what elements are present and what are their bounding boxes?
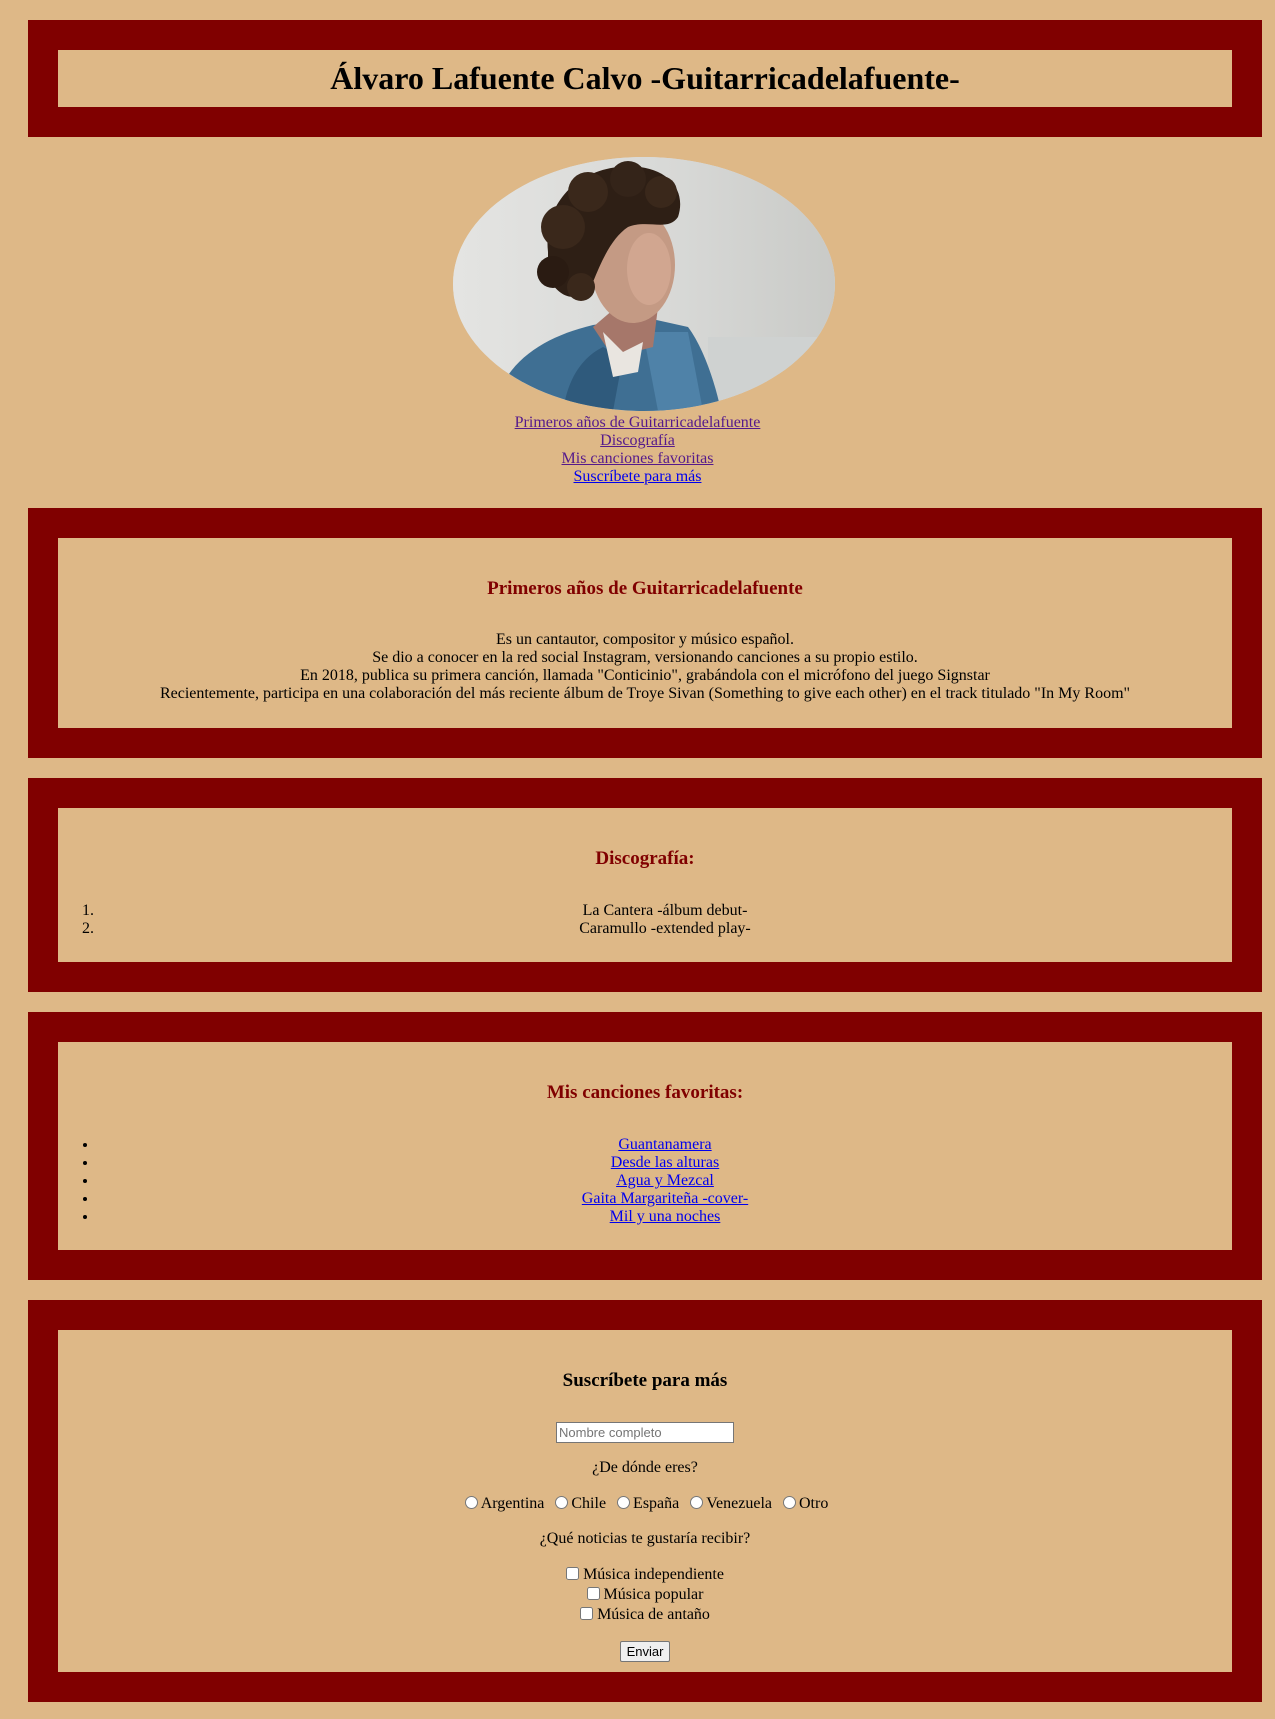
about-section: Primeros años de Guitarricadelafuente Es… [58, 538, 1232, 728]
news-label: Música de antaño [597, 1606, 710, 1623]
discography-item: La Cantera -álbum debut- [98, 902, 1232, 920]
artist-portrait [453, 157, 835, 411]
header-frame: Álvaro Lafuente Calvo -Guitarricadelafue… [28, 20, 1262, 137]
country-label: Chile [571, 1495, 607, 1512]
country-radio[interactable] [555, 1496, 569, 1509]
news-checkbox-group: Música independiente Música popular Músi… [58, 1565, 1232, 1625]
country-radio[interactable] [690, 1496, 704, 1509]
about-frame: Primeros años de Guitarricadelafuente Es… [28, 508, 1262, 758]
discography-list: La Cantera -álbum debut- Caramullo -exte… [58, 902, 1232, 938]
country-radio[interactable] [464, 1496, 478, 1509]
favorite-song-link[interactable]: Gaita Margariteña -cover- [582, 1190, 748, 1207]
nav-link-discography[interactable]: Discografía [0, 432, 1275, 450]
full-name-input[interactable] [556, 1422, 734, 1443]
news-checkbox[interactable] [566, 1567, 580, 1580]
submit-button[interactable]: Enviar [619, 1641, 671, 1662]
discography-title: Discografía: [595, 848, 695, 869]
news-option-label[interactable]: Música de antaño [580, 1606, 710, 1623]
about-title: Primeros años de Guitarricadelafuente [487, 578, 803, 599]
nav-link-favorite-songs[interactable]: Mis canciones favoritas [0, 450, 1275, 468]
about-line: Recientemente, participa en una colabora… [159, 685, 1131, 702]
favorite-song-link[interactable]: Mil y una noches [610, 1208, 721, 1225]
country-option[interactable]: España [614, 1495, 679, 1512]
country-label: Venezuela [706, 1495, 772, 1512]
about-line: Es un cantautor, compositor y músico esp… [496, 631, 794, 648]
country-question: ¿De dónde eres? [592, 1459, 698, 1476]
favorites-item: Guantanamera [98, 1136, 1232, 1154]
nav-link-subscribe[interactable]: Suscríbete para más [0, 468, 1275, 486]
subscribe-frame: Suscríbete para más ¿De dónde eres? Arge… [28, 1300, 1262, 1702]
news-question: ¿Qué noticias te gustaría recibir? [539, 1530, 751, 1547]
country-option[interactable]: Venezuela [687, 1495, 772, 1512]
news-option: Música de antaño [58, 1605, 1232, 1625]
news-option-label[interactable]: Música popular [586, 1586, 704, 1603]
header-box: Álvaro Lafuente Calvo -Guitarricadelafue… [58, 50, 1232, 107]
news-checkbox[interactable] [580, 1607, 594, 1620]
news-label: Música independiente [583, 1566, 724, 1583]
about-text: Es un cantautor, compositor y músico esp… [58, 631, 1232, 703]
discography-item: Caramullo -extended play- [98, 920, 1232, 938]
subscribe-form: ¿De dónde eres? Argentina Chile España V… [58, 1392, 1232, 1662]
country-label: Argentina [480, 1495, 545, 1512]
news-option: Música popular [58, 1585, 1232, 1605]
country-label: Otro [798, 1495, 829, 1512]
favorites-item: Mil y una noches [98, 1208, 1232, 1226]
subscribe-title: Suscríbete para más [562, 1370, 728, 1391]
news-label: Música popular [603, 1586, 704, 1603]
discography-section: Discografía: La Cantera -álbum debut- Ca… [58, 808, 1232, 962]
news-option-label[interactable]: Música independiente [566, 1566, 724, 1583]
favorite-song-link[interactable]: Agua y Mezcal [616, 1172, 714, 1189]
favorites-title: Mis canciones favoritas: [546, 1082, 744, 1103]
country-option[interactable]: Otro [780, 1495, 828, 1512]
nav-link-early-years[interactable]: Primeros años de Guitarricadelafuente [0, 414, 1275, 432]
discography-frame: Discografía: La Cantera -álbum debut- Ca… [28, 778, 1262, 992]
country-radio[interactable] [617, 1496, 631, 1509]
favorites-item: Agua y Mezcal [98, 1172, 1232, 1190]
about-line: En 2018, publica su primera canción, lla… [300, 667, 990, 684]
page-nav: Primeros años de Guitarricadelafuente Di… [0, 414, 1275, 486]
country-option[interactable]: Chile [552, 1495, 606, 1512]
favorites-item: Desde las alturas [98, 1154, 1232, 1172]
country-option[interactable]: Argentina [462, 1495, 545, 1512]
favorite-song-link[interactable]: Guantanamera [618, 1136, 711, 1153]
news-checkbox[interactable] [586, 1587, 600, 1600]
favorites-section: Mis canciones favoritas: Guantanamera De… [58, 1042, 1232, 1250]
subscribe-section: Suscríbete para más ¿De dónde eres? Arge… [58, 1330, 1232, 1672]
country-radio-group: Argentina Chile España Venezuela Otro [58, 1494, 1232, 1514]
favorite-song-link[interactable]: Desde las alturas [611, 1154, 719, 1171]
news-option: Música independiente [58, 1565, 1232, 1585]
page-title: Álvaro Lafuente Calvo -Guitarricadelafue… [330, 60, 960, 96]
favorites-list: Guantanamera Desde las alturas Agua y Me… [58, 1136, 1232, 1226]
country-label: España [633, 1495, 680, 1512]
country-radio[interactable] [782, 1496, 796, 1509]
about-line: Se dio a conocer en la red social Instag… [372, 649, 918, 666]
favorites-frame: Mis canciones favoritas: Guantanamera De… [28, 1012, 1262, 1280]
favorites-item: Gaita Margariteña -cover- [98, 1190, 1232, 1208]
